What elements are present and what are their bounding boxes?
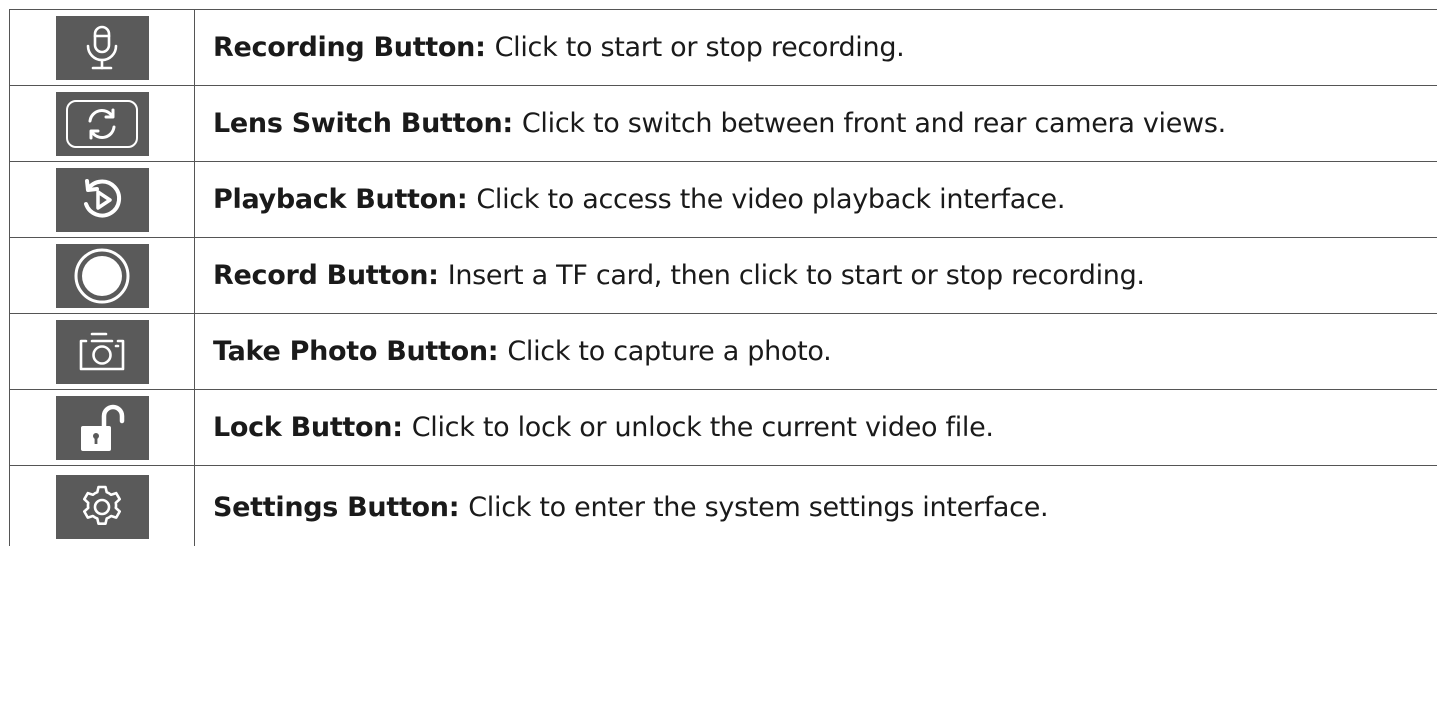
icon-cell (9, 238, 195, 313)
table-row: Take Photo Button: Click to capture a ph… (9, 314, 1437, 390)
description-cell: Playback Button: Click to access the vid… (195, 162, 1437, 237)
table-row: Recording Button: Click to start or stop… (9, 10, 1437, 86)
button-description: Click to start or stop recording. (494, 32, 905, 63)
record-icon (55, 243, 149, 308)
button-term: Lens Switch Button: (213, 108, 513, 139)
description-cell: Lens Switch Button: Click to switch betw… (195, 86, 1437, 161)
playback-icon (55, 167, 149, 232)
button-description: Click to lock or unlock the current vide… (411, 412, 994, 443)
table-row: Settings Button: Click to enter the syst… (9, 466, 1437, 546)
icon-cell (9, 466, 195, 546)
icon-cell (9, 162, 195, 237)
camera-icon (55, 319, 149, 384)
button-description: Click to switch between front and rear c… (521, 108, 1226, 139)
icon-cell (9, 86, 195, 161)
description-cell: Settings Button: Click to enter the syst… (195, 466, 1437, 546)
button-legend-table: Recording Button: Click to start or stop… (9, 9, 1437, 546)
button-term: Recording Button: (213, 32, 486, 63)
button-description: Click to capture a photo. (507, 336, 832, 367)
description-cell: Record Button: Insert a TF card, then cl… (195, 238, 1437, 313)
button-description: Click to access the video playback inter… (476, 184, 1066, 215)
table-row: Playback Button: Click to access the vid… (9, 162, 1437, 238)
button-term: Take Photo Button: (213, 336, 499, 367)
button-term: Playback Button: (213, 184, 468, 215)
icon-cell (9, 390, 195, 465)
description-cell: Lock Button: Click to lock or unlock the… (195, 390, 1437, 465)
table-row: Lock Button: Click to lock or unlock the… (9, 390, 1437, 466)
icon-cell (9, 10, 195, 85)
microphone-icon (55, 15, 149, 80)
button-term: Record Button: (213, 260, 439, 291)
lens-switch-icon (55, 91, 149, 156)
button-description: Insert a TF card, then click to start or… (447, 260, 1145, 291)
table-row: Lens Switch Button: Click to switch betw… (9, 86, 1437, 162)
icon-cell (9, 314, 195, 389)
table-row: Record Button: Insert a TF card, then cl… (9, 238, 1437, 314)
button-term: Settings Button: (213, 492, 460, 523)
gear-icon (55, 475, 149, 539)
description-cell: Take Photo Button: Click to capture a ph… (195, 314, 1437, 389)
button-term: Lock Button: (213, 412, 403, 443)
description-cell: Recording Button: Click to start or stop… (195, 10, 1437, 85)
button-description: Click to enter the system settings inter… (468, 492, 1049, 523)
unlock-icon (55, 395, 149, 460)
